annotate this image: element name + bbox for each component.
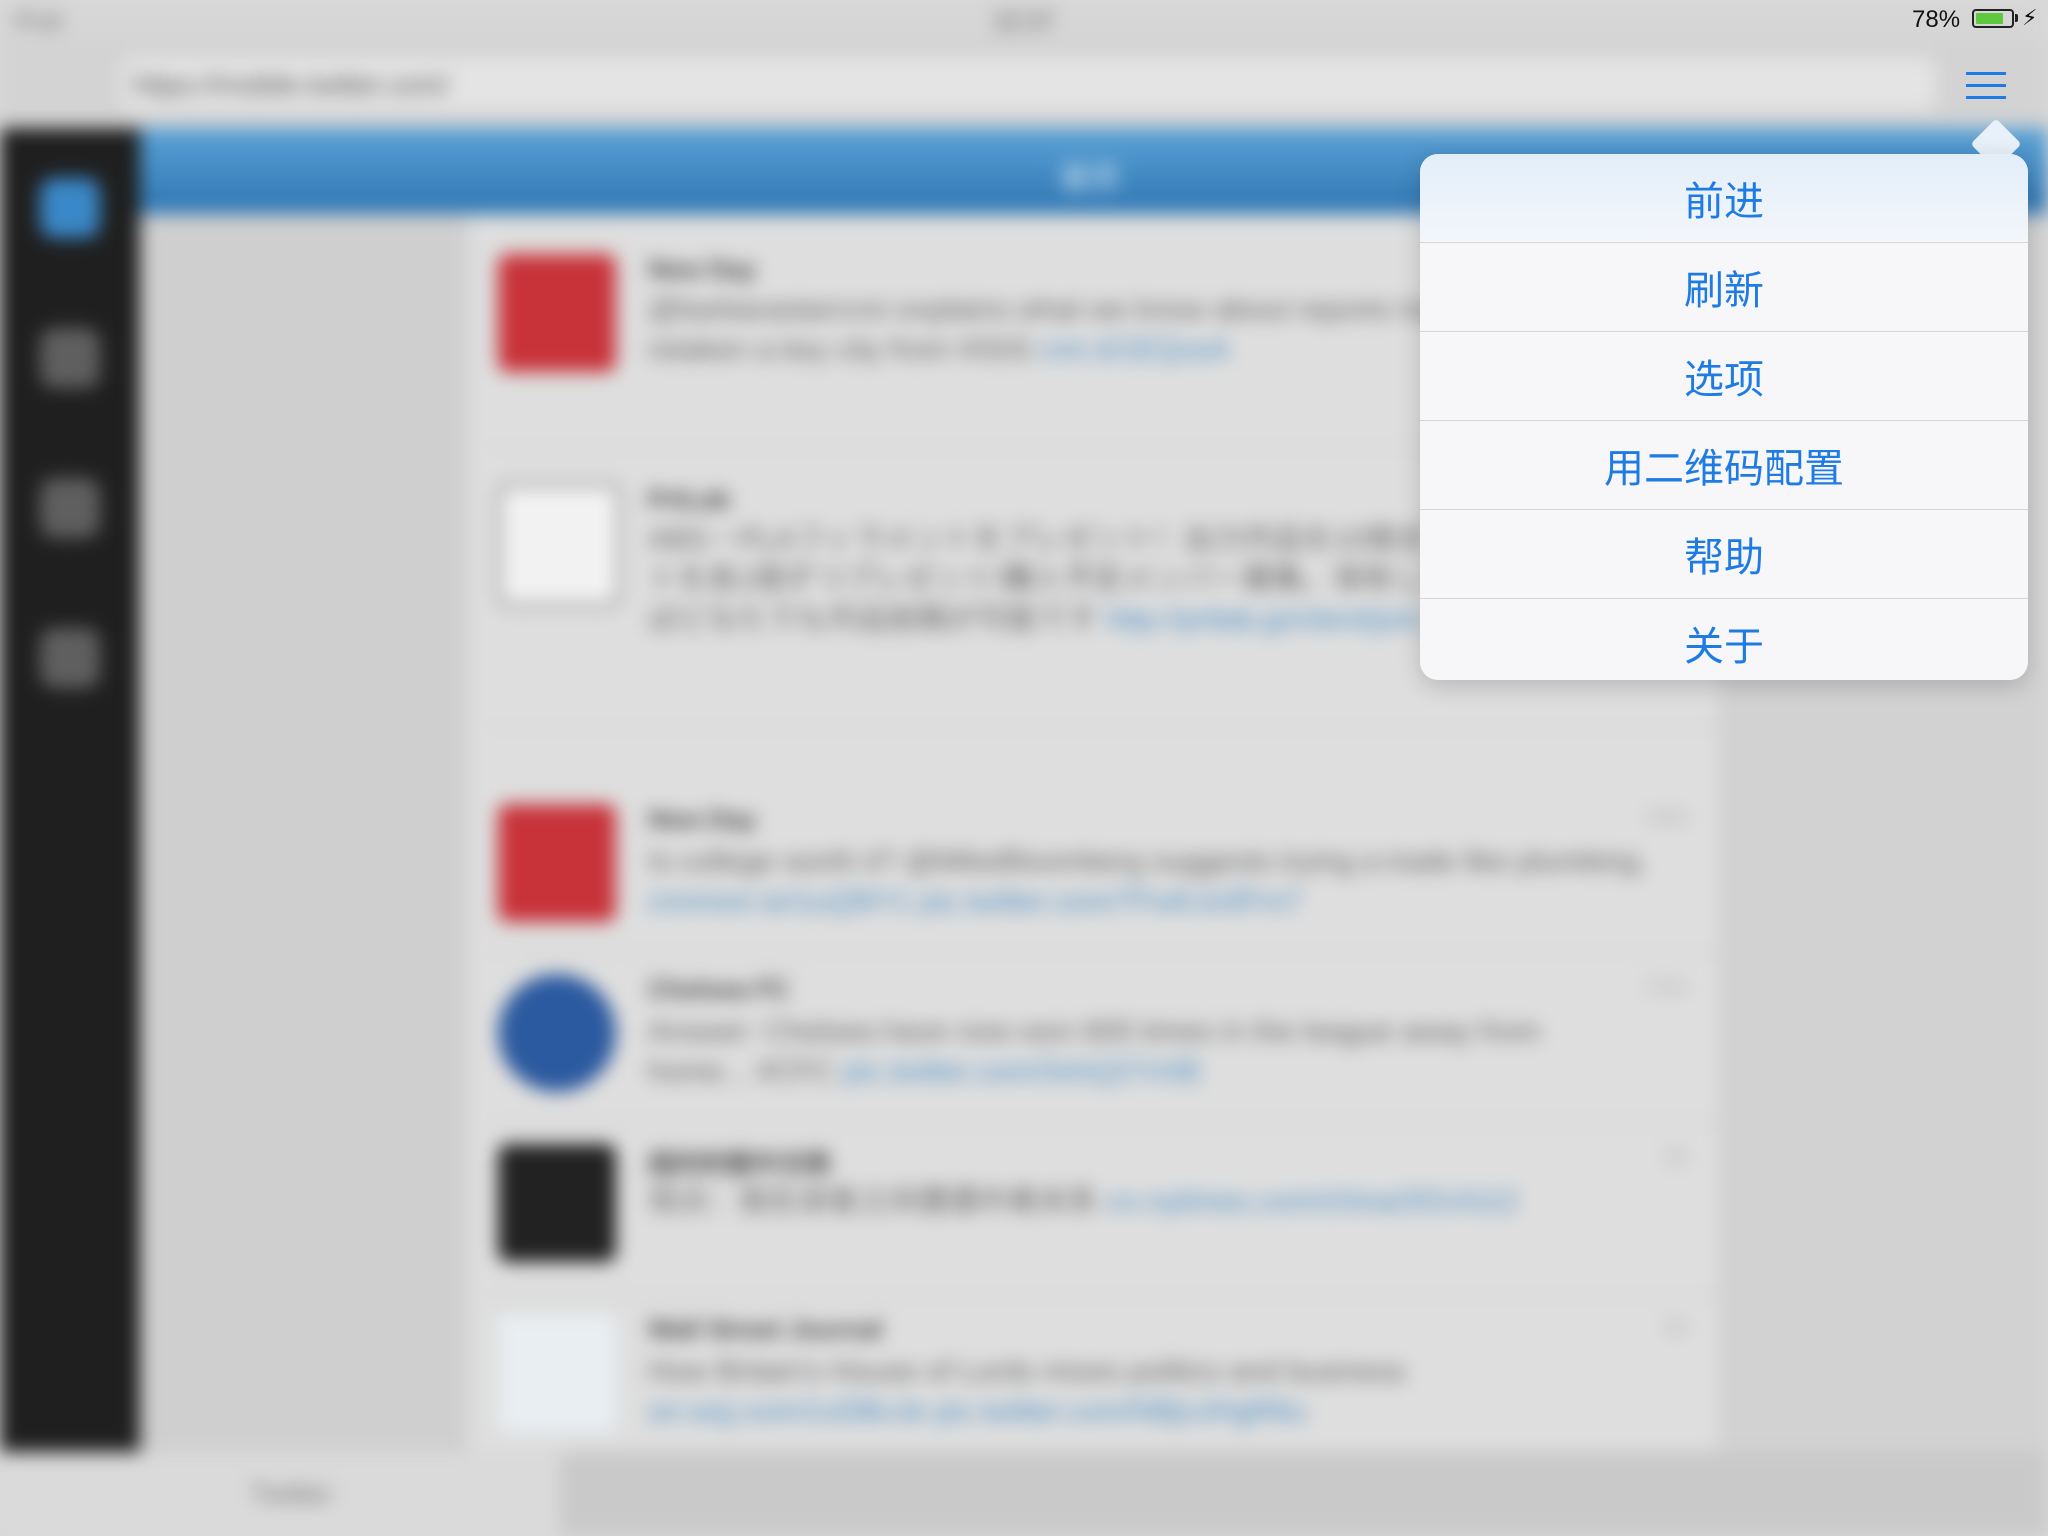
- divider: [488, 1122, 1718, 1124]
- side-navigation: [0, 128, 140, 1452]
- tweet-time: 17m: [1645, 974, 1688, 999]
- tweet-author: New Day: [648, 254, 757, 284]
- profile-icon[interactable]: [40, 628, 100, 688]
- divider: [488, 726, 1718, 728]
- avatar: [498, 1314, 616, 1432]
- tweet-author: Chelsea FC: [648, 974, 790, 1004]
- tweet-time: 1h: [1663, 1314, 1688, 1339]
- popover-menu: 前进 刷新 选项 用二维码配置 帮助 关于: [1420, 154, 2028, 680]
- carrier-label: iPad: [14, 8, 63, 35]
- header-title: 首页: [1060, 163, 1120, 196]
- divider: [488, 1294, 1718, 1296]
- clock-label: 22:37: [994, 8, 1055, 35]
- hamburger-menu-icon[interactable]: [1966, 72, 2006, 100]
- bottom-tab-bar: Twitter: [0, 1452, 2048, 1536]
- avatar: [498, 254, 616, 372]
- tweet-link[interactable]: cn.nytimes.com/china/2014112: [1106, 1185, 1517, 1218]
- tweet-link[interactable]: cnnmon.ie/1uQ9iY1 pic.twitter.com/7FwKJv…: [648, 885, 1302, 918]
- tweet-text: Answer: Chelsea have now won 600 times i…: [648, 1015, 1541, 1088]
- menu-line: [1966, 72, 2006, 75]
- url-field[interactable]: https://mobile.twitter.com/: [120, 56, 1937, 112]
- menu-item-about[interactable]: 关于: [1420, 599, 2028, 680]
- discover-icon[interactable]: [40, 478, 100, 538]
- tweet-link[interactable]: http://prtlab.jp/client/join.: [1106, 603, 1430, 636]
- battery-cap: [2015, 14, 2018, 22]
- avatar: [498, 804, 616, 922]
- battery-icon: [1972, 9, 2014, 28]
- avatar: [498, 484, 620, 606]
- url-text: https://mobile.twitter.com/: [133, 69, 449, 100]
- divider: [488, 952, 1718, 954]
- tweet-author: Wall Street Journal: [648, 1314, 883, 1344]
- menu-item-qr-config[interactable]: 用二维码配置: [1420, 421, 2028, 509]
- notifications-icon[interactable]: [40, 328, 100, 388]
- menu-item-forward[interactable]: 前进: [1420, 154, 2028, 242]
- tab-label: Twitter: [250, 1478, 333, 1509]
- browser-tab[interactable]: Twitter: [0, 1452, 560, 1536]
- tweet-author: New Day: [648, 804, 757, 834]
- tweet-link[interactable]: pic.twitter.com/3xhQ27rr0E: [843, 1055, 1203, 1088]
- menu-line: [1966, 84, 2006, 87]
- tweet-text: How Britain's House of Lords mixes polit…: [648, 1355, 1406, 1428]
- tweet-text: 观点：我在读者之间遭遇中美关系 cn.nytimes.com/china/201…: [648, 1185, 1518, 1218]
- tweet-text: Is college worth it? @MikeBloomberg sugg…: [648, 845, 1648, 918]
- avatar: [498, 1144, 616, 1262]
- home-icon[interactable]: [40, 178, 100, 238]
- tweet-author: 纽约时报中文网: [648, 1149, 831, 1179]
- tweet-time: 1h: [1663, 1144, 1688, 1169]
- avatar: [498, 974, 616, 1092]
- menu-item-refresh[interactable]: 刷新: [1420, 243, 2028, 331]
- feed-left-gutter: [140, 214, 468, 1452]
- tweet-author: PrtLab: [648, 484, 731, 514]
- tweet-time: 14m: [1645, 804, 1688, 829]
- tweet-link[interactable]: cnn.it/1EQxsA: [1040, 333, 1230, 366]
- menu-item-options[interactable]: 选项: [1420, 332, 2028, 420]
- status-bar: iPad 22:37: [0, 0, 2048, 40]
- battery-level-fill: [1976, 13, 2003, 24]
- menu-item-help[interactable]: 帮助: [1420, 510, 2028, 598]
- battery-percent: 78%: [1912, 6, 1961, 33]
- bolt-icon: ⚡: [2022, 5, 2038, 30]
- menu-line: [1966, 96, 2006, 99]
- tweet-link[interactable]: on.wsj.com/1xDBvJe pic.twitter.com/NBjnJ…: [648, 1395, 1307, 1428]
